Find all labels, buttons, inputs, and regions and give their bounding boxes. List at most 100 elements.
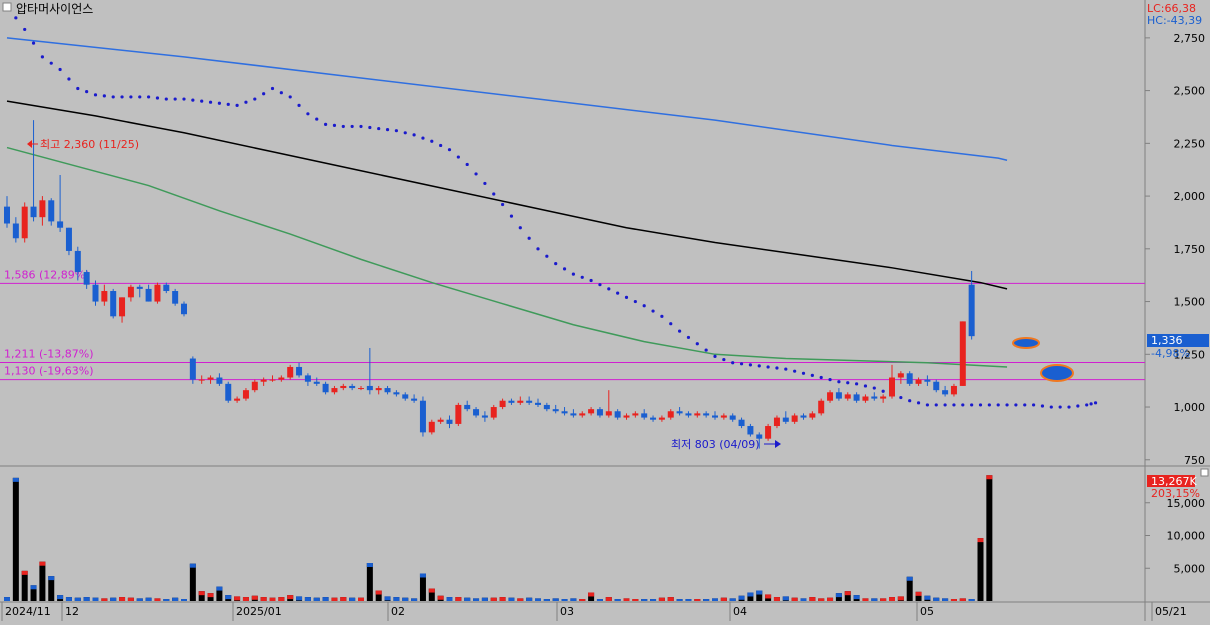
- volume-bar[interactable]: [809, 597, 816, 601]
- volume-bar[interactable]: [313, 597, 320, 601]
- volume-bar[interactable]: [21, 570, 28, 601]
- volume-bar[interactable]: [605, 597, 612, 601]
- candle[interactable]: [419, 396, 426, 437]
- volume-bar[interactable]: [110, 597, 117, 601]
- volume-bar[interactable]: [561, 599, 568, 601]
- volume-bar[interactable]: [30, 585, 37, 601]
- volume-bar[interactable]: [216, 586, 223, 601]
- volume-bar[interactable]: [756, 590, 763, 601]
- volume-bar[interactable]: [906, 576, 913, 601]
- volume-bar[interactable]: [968, 599, 975, 601]
- volume-bar[interactable]: [172, 597, 179, 601]
- volume-bar[interactable]: [340, 597, 347, 601]
- volume-bar[interactable]: [933, 597, 940, 601]
- volume-bar[interactable]: [517, 598, 524, 601]
- volume-bar[interactable]: [242, 597, 249, 601]
- volume-bar[interactable]: [83, 597, 90, 601]
- volume-bar[interactable]: [207, 593, 214, 601]
- volume-bar[interactable]: [287, 595, 294, 601]
- candle[interactable]: [287, 364, 294, 380]
- volume-bar[interactable]: [694, 599, 701, 601]
- volume-bar[interactable]: [720, 597, 727, 601]
- volume-bar[interactable]: [844, 591, 851, 601]
- volume-bar[interactable]: [57, 595, 64, 601]
- volume-bar[interactable]: [198, 591, 205, 601]
- volume-bar[interactable]: [189, 563, 196, 601]
- candle[interactable]: [906, 371, 913, 386]
- volume-bar[interactable]: [375, 590, 382, 601]
- candle[interactable]: [490, 404, 497, 420]
- chart-canvas[interactable]: 1,586 (12,89%)1,211 (-13,87%)1,130 (-19,…: [0, 0, 1210, 621]
- volume-bar[interactable]: [136, 598, 143, 601]
- candle[interactable]: [428, 419, 435, 435]
- volume-bar[interactable]: [4, 597, 10, 601]
- volume-bar[interactable]: [366, 563, 373, 601]
- volume-bar[interactable]: [959, 598, 966, 601]
- volume-bar[interactable]: [225, 595, 232, 601]
- volume-bar[interactable]: [729, 598, 736, 601]
- volume-bar[interactable]: [428, 588, 435, 601]
- volume-bar[interactable]: [800, 598, 807, 601]
- volume-bar[interactable]: [977, 538, 984, 601]
- volume-bar[interactable]: [986, 475, 993, 601]
- volume-bar[interactable]: [181, 599, 187, 601]
- volume-bar[interactable]: [579, 599, 586, 601]
- volume-bar[interactable]: [588, 592, 595, 601]
- volume-bar[interactable]: [915, 591, 922, 601]
- volume-bar[interactable]: [296, 596, 303, 601]
- volume-bar[interactable]: [101, 598, 108, 601]
- panel-resize-icon[interactable]: [1200, 468, 1209, 477]
- volume-bar[interactable]: [260, 597, 267, 601]
- candle[interactable]: [154, 282, 161, 304]
- menu-toggle-icon[interactable]: [2, 2, 12, 12]
- volume-bar[interactable]: [827, 597, 834, 601]
- volume-bar[interactable]: [92, 597, 99, 601]
- volume-bar[interactable]: [570, 598, 577, 601]
- candle[interactable]: [225, 381, 232, 403]
- volume-bar[interactable]: [402, 597, 409, 601]
- volume-bar[interactable]: [508, 597, 515, 601]
- volume-bar[interactable]: [791, 597, 798, 601]
- volume-bar[interactable]: [658, 597, 665, 601]
- candle[interactable]: [110, 288, 117, 319]
- volume-bar[interactable]: [853, 595, 860, 601]
- volume-bar[interactable]: [596, 599, 603, 601]
- volume-bar[interactable]: [251, 595, 258, 601]
- volume-bar[interactable]: [950, 599, 957, 601]
- price-marker-small[interactable]: [1012, 337, 1040, 349]
- volume-bar[interactable]: [145, 597, 152, 601]
- volume-bar[interactable]: [127, 597, 134, 601]
- volume-bar[interactable]: [384, 596, 391, 601]
- volume-bar[interactable]: [526, 597, 533, 601]
- volume-bar[interactable]: [393, 597, 400, 601]
- volume-bar[interactable]: [39, 561, 46, 601]
- volume-bar[interactable]: [871, 598, 878, 601]
- volume-bar[interactable]: [667, 597, 674, 601]
- volume-bar[interactable]: [48, 576, 55, 601]
- volume-bar[interactable]: [614, 599, 621, 601]
- volume-bar[interactable]: [685, 599, 692, 601]
- candle[interactable]: [959, 321, 966, 386]
- volume-bar[interactable]: [623, 598, 630, 601]
- volume-bar[interactable]: [411, 598, 418, 601]
- volume-bar[interactable]: [119, 597, 126, 601]
- volume-bar[interactable]: [835, 593, 842, 601]
- volume-bar[interactable]: [650, 599, 657, 601]
- volume-bar[interactable]: [773, 597, 780, 601]
- volume-bar[interactable]: [897, 596, 904, 601]
- volume-bar[interactable]: [455, 597, 462, 601]
- volume-bar[interactable]: [641, 599, 648, 601]
- volume-bar[interactable]: [473, 598, 480, 601]
- volume-bar[interactable]: [632, 599, 639, 601]
- volume-bar[interactable]: [358, 597, 364, 601]
- volume-bar[interactable]: [490, 597, 497, 601]
- candle[interactable]: [455, 402, 462, 427]
- volume-bar[interactable]: [446, 597, 453, 601]
- volume-bar[interactable]: [712, 598, 718, 601]
- volume-bar[interactable]: [419, 573, 426, 601]
- volume-bar[interactable]: [304, 597, 311, 601]
- volume-bar[interactable]: [880, 598, 887, 601]
- volume-bar[interactable]: [234, 596, 241, 601]
- volume-bar[interactable]: [154, 598, 161, 601]
- volume-bar[interactable]: [65, 597, 72, 601]
